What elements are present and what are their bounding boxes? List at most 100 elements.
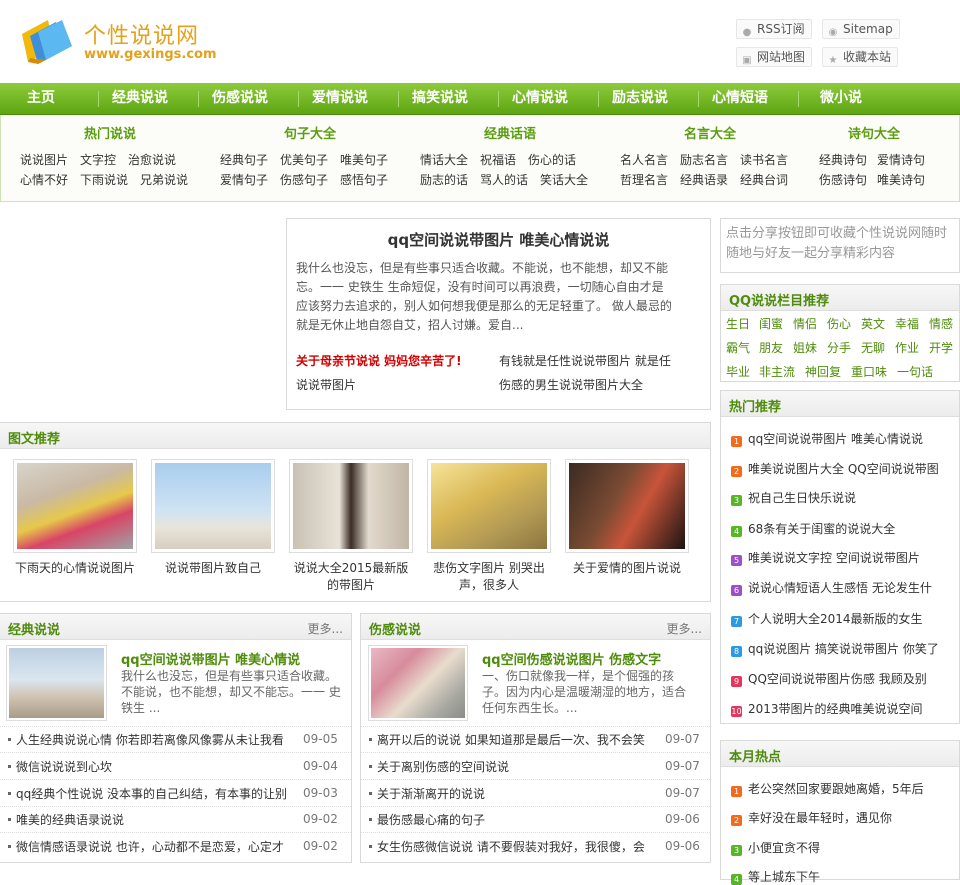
classic-more-link[interactable]: 更多...	[308, 620, 343, 637]
qq-tag[interactable]: 伤心	[827, 315, 851, 332]
subnav-link[interactable]: 唯美诗句	[877, 171, 925, 188]
hot-item[interactable]: 7 个人说明大全2014最新版的女生	[731, 610, 956, 627]
list-item[interactable]: 离开以后的说说 如果知道那是最后一次、我不会笑	[369, 731, 654, 748]
qq-tag[interactable]: 英文	[861, 315, 885, 332]
site-map-link[interactable]: ▣ 网站地图	[736, 47, 813, 67]
qq-tag[interactable]: 非主流	[759, 363, 795, 380]
qq-tag[interactable]: 生日	[726, 315, 750, 332]
subnav-link[interactable]: 伤心的话	[528, 151, 576, 168]
hot-item[interactable]: 6 说说心情短语人生感悟 无论发生什	[731, 579, 956, 596]
hot-item[interactable]: 9 QQ空间说说带图片伤感 我顾及别	[731, 670, 956, 687]
hot-item[interactable]: 8 qq说说图片 搞笑说说带图片 你笑了	[731, 640, 956, 657]
subnav-title-poems[interactable]: 诗句大全	[848, 123, 900, 142]
qq-tag[interactable]: 开学	[929, 339, 953, 356]
picture-caption[interactable]: 关于爱情的图片说说	[565, 560, 689, 577]
qq-tag[interactable]: 情侣	[793, 315, 817, 332]
picture-thumb[interactable]	[565, 459, 689, 553]
rss-link[interactable]: ● RSS订阅	[736, 19, 812, 39]
qq-tag[interactable]: 毕业	[726, 363, 750, 380]
subnav-link[interactable]: 优美句子	[280, 151, 328, 168]
subnav-link[interactable]: 祝福语	[480, 151, 516, 168]
subnav-link[interactable]: 感悟句子	[340, 171, 388, 188]
picture-thumb[interactable]	[289, 459, 413, 553]
list-item[interactable]: 关于离别伤感的空间说说	[369, 758, 654, 775]
headline-title[interactable]: qq空间说说带图片 唯美心情说说	[287, 229, 710, 250]
hot-item[interactable]: 10 2013带图片的经典唯美说说空间	[731, 700, 956, 717]
subnav-link[interactable]: 爱情诗句	[877, 151, 925, 168]
hot-item[interactable]: 4 68条有关于闺蜜的说说大全	[731, 520, 956, 537]
subnav-title-sentences[interactable]: 句子大全	[284, 123, 336, 142]
picture-caption[interactable]: 悲伤文字图片 别哭出声，很多人	[427, 560, 551, 594]
headline-link[interactable]: 说说带图片	[296, 376, 356, 393]
site-logo-url[interactable]: www.gexings.com	[84, 47, 217, 62]
site-logo-title[interactable]: 个性说说网	[84, 18, 199, 50]
list-item[interactable]: 微信情感语录说说 也许，心动都不是恋爱，心定才	[8, 838, 293, 855]
picture-caption[interactable]: 下雨天的心情说说图片	[13, 560, 137, 577]
picture-thumb[interactable]	[427, 459, 551, 553]
classic-feature-thumb[interactable]	[6, 645, 107, 721]
subnav-link[interactable]: 经典语录	[680, 171, 728, 188]
sitemap-link[interactable]: ◉ Sitemap	[822, 19, 900, 39]
headline-link-mother[interactable]: 关于母亲节说说 妈妈您辛苦了!	[296, 352, 462, 369]
list-item[interactable]: 关于渐渐离开的说说	[369, 785, 654, 802]
sad-more-link[interactable]: 更多...	[667, 620, 702, 637]
hot-item[interactable]: 5 唯美说说文字控 空间说说带图片	[731, 549, 956, 566]
subnav-link[interactable]: 励志名言	[680, 151, 728, 168]
nav-sad[interactable]: 伤感说说	[212, 83, 268, 115]
list-item[interactable]: qq经典个性说说 没本事的自己纠结，有本事的让别	[8, 785, 293, 802]
nav-classic[interactable]: 经典说说	[112, 83, 168, 115]
month-hot-item[interactable]: 1 老公突然回家要跟她离婚，5年后	[731, 780, 956, 797]
qq-tag[interactable]: 闺蜜	[759, 315, 783, 332]
subnav-title-quotes[interactable]: 名言大全	[684, 123, 736, 142]
list-item[interactable]: 人生经典说说心情 你若即若离像风像雾从未让我看	[8, 731, 293, 748]
qq-tag[interactable]: 神回复	[805, 363, 841, 380]
headline-link[interactable]: 有钱就是任性说说带图片 就是任	[499, 352, 671, 369]
qq-tag[interactable]: 分手	[827, 339, 851, 356]
subnav-link[interactable]: 名人名言	[620, 151, 668, 168]
picture-caption[interactable]: 说说大全2015最新版的带图片	[289, 560, 413, 594]
subnav-link[interactable]: 励志的话	[420, 171, 468, 188]
subnav-title-hot[interactable]: 热门说说	[84, 123, 136, 142]
qq-tag[interactable]: 无聊	[861, 339, 885, 356]
picture-thumb[interactable]	[151, 459, 275, 553]
month-hot-item[interactable]: 4 等上城东下午	[731, 868, 956, 885]
list-item[interactable]: 最伤感最心痛的句子	[369, 811, 654, 828]
subnav-link[interactable]: 情话大全	[420, 151, 468, 168]
subnav-link[interactable]: 心情不好	[20, 171, 68, 188]
month-hot-item[interactable]: 3 小便宜贪不得	[731, 839, 956, 856]
picture-thumb[interactable]	[13, 459, 137, 553]
subnav-link[interactable]: 爱情句子	[220, 171, 268, 188]
classic-feature-title[interactable]: qq空间说说带图片 唯美心情说	[121, 649, 300, 668]
sad-feature-thumb[interactable]	[368, 645, 468, 721]
subnav-link[interactable]: 说说图片	[20, 151, 68, 168]
list-item[interactable]: 女生伤感微信说说 请不要假装对我好，我很傻，会	[369, 838, 654, 855]
sad-feature-title[interactable]: qq空间伤感说说图片 伤感文字	[482, 649, 661, 668]
picture-caption[interactable]: 说说带图片致自己	[151, 560, 275, 577]
subnav-link[interactable]: 读书名言	[740, 151, 788, 168]
qq-tag[interactable]: 重口味	[851, 363, 887, 380]
subnav-link[interactable]: 唯美句子	[340, 151, 388, 168]
hot-item[interactable]: 2 唯美说说图片大全 QQ空间说说带图	[731, 460, 956, 477]
subnav-link[interactable]: 伤感诗句	[819, 171, 867, 188]
subnav-link[interactable]: 经典诗句	[819, 151, 867, 168]
subnav-link[interactable]: 下雨说说	[80, 171, 128, 188]
headline-link[interactable]: 伤感的男生说说带图片大全	[499, 376, 643, 393]
qq-tag[interactable]: 霸气	[726, 339, 750, 356]
list-item[interactable]: 微信说说说到心坎	[8, 758, 293, 775]
nav-micro-novel[interactable]: 微小说	[820, 83, 862, 115]
list-item[interactable]: 唯美的经典语录说说	[8, 811, 293, 828]
nav-love[interactable]: 爱情说说	[312, 83, 368, 115]
nav-funny[interactable]: 搞笑说说	[412, 83, 468, 115]
books-logo-icon[interactable]	[18, 14, 76, 68]
qq-tag[interactable]: 作业	[895, 339, 919, 356]
qq-tag[interactable]: 姐妹	[793, 339, 817, 356]
nav-mood[interactable]: 心情说说	[512, 83, 568, 115]
subnav-link[interactable]: 经典台词	[740, 171, 788, 188]
subnav-link[interactable]: 笑话大全	[540, 171, 588, 188]
hot-item[interactable]: 1 qq空间说说带图片 唯美心情说说	[731, 430, 956, 447]
qq-tag[interactable]: 一句话	[897, 363, 933, 380]
qq-tag[interactable]: 朋友	[759, 339, 783, 356]
subnav-link[interactable]: 经典句子	[220, 151, 268, 168]
subnav-link[interactable]: 骂人的话	[480, 171, 528, 188]
nav-short-phrase[interactable]: 心情短语	[712, 83, 768, 115]
